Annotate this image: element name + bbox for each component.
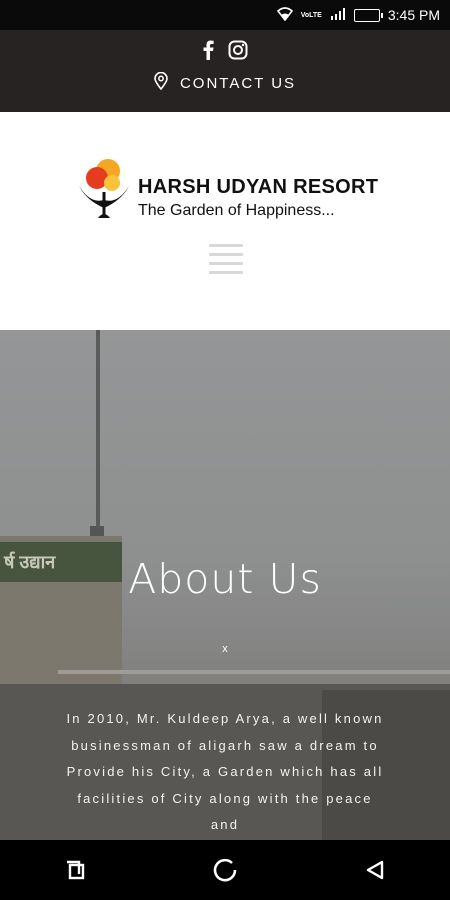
status-bar: VoLTE 3:45 PM: [0, 0, 450, 30]
android-nav-bar: [0, 840, 450, 900]
contact-us-link[interactable]: CONTACT US: [0, 71, 450, 94]
hero-title: About Us: [128, 555, 322, 603]
social-links: [0, 40, 450, 65]
signal-icon: [330, 7, 346, 23]
volte-indicator: VoLTE: [300, 11, 322, 19]
menu-line: [209, 271, 243, 274]
battery-icon: [353, 8, 383, 22]
back-button[interactable]: [353, 848, 397, 892]
about-us-hero: र्ष उद्यान About Us x In 2010, Mr. Kulde…: [0, 330, 450, 840]
wifi-icon: [276, 6, 293, 24]
home-circle-icon: [213, 858, 237, 882]
back-triangle-icon: [366, 860, 384, 880]
contact-us-label: CONTACT US: [179, 74, 297, 92]
menu-line: [209, 253, 243, 256]
menu-line: [209, 262, 243, 265]
site-header: HARSH UDYAN RESORT The Garden of Happine…: [0, 112, 450, 330]
facebook-icon[interactable]: [202, 40, 214, 65]
hamburger-menu-button[interactable]: [209, 242, 243, 276]
top-contact-bar: CONTACT US: [0, 30, 450, 112]
home-button[interactable]: [203, 848, 247, 892]
instagram-icon[interactable]: [228, 40, 248, 65]
recent-apps-icon: [67, 860, 85, 880]
recent-apps-button[interactable]: [53, 848, 97, 892]
site-logo[interactable]: HARSH UDYAN RESORT The Garden of Happine…: [76, 156, 379, 226]
brand-name: HARSH UDYAN RESORT: [138, 176, 379, 198]
logo-emblem-icon: [79, 159, 129, 218]
hero-divider: x: [222, 643, 228, 655]
hero-description: In 2010, Mr. Kuldeep Arya, a well known …: [66, 711, 384, 832]
brand-tagline: The Garden of Happiness...: [138, 202, 335, 219]
menu-line: [209, 244, 243, 247]
location-pin-icon: [154, 71, 168, 94]
status-time: 3:45 PM: [387, 7, 440, 23]
